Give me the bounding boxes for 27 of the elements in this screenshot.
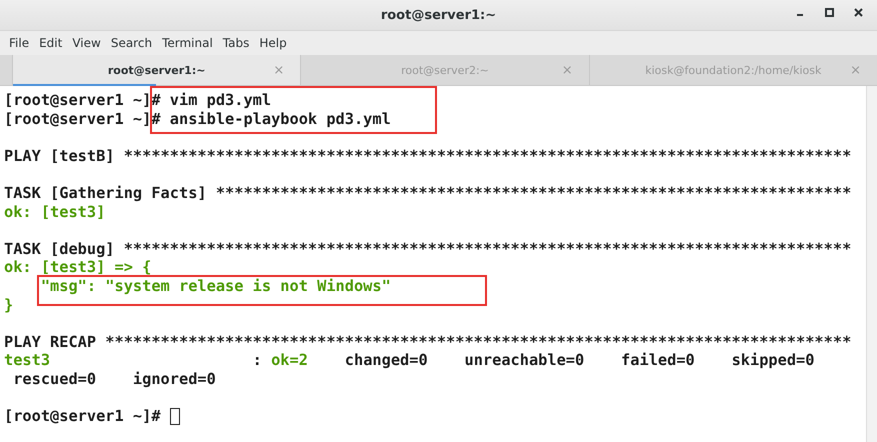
maximize-icon[interactable] [825, 8, 834, 17]
menu-item[interactable]: Search [106, 36, 158, 50]
terminal-text: ok: [test3] => { [4, 258, 152, 277]
terminal-text: rescued=0 ignored=0 [12, 370, 216, 388]
close-icon[interactable] [854, 8, 863, 17]
menu-item[interactable]: View [67, 36, 106, 50]
window-title: root@server1:~ [380, 8, 496, 22]
terminal-text: test3 [4, 351, 50, 370]
terminal-text: PLAY [testB] ******************************************************************************* [4, 146, 852, 166]
tab[interactable]: root@server1:~ × [12, 55, 300, 85]
terminal-text: "msg": "system release is not Windows" [40, 276, 391, 296]
terminal-text: TASK [Gathering Facts] ********************************************************************* [4, 184, 852, 203]
menu-item[interactable]: Help [254, 36, 292, 50]
terminal-text: : [252, 351, 263, 370]
terminal-text: PLAY RECAP ********************************************************************************* [4, 332, 852, 352]
shell-prompt: [root@server1 ~]# [4, 407, 162, 426]
scrollbar[interactable] [866, 86, 877, 442]
text-cursor [170, 408, 180, 425]
menu-item[interactable]: Terminal [157, 36, 218, 50]
terminal-text: } [4, 296, 14, 314]
terminal-text: ok: [test3] [4, 202, 106, 222]
menu-item[interactable]: File [4, 36, 34, 50]
terminal-text: TASK [debug] ******************************************************************************* [4, 240, 852, 258]
menu-item[interactable]: Edit [34, 36, 68, 50]
menu-item[interactable]: Tabs [218, 36, 254, 50]
terminal-text: changed=0 unreachable=0 failed=0 skipped=0 [344, 351, 814, 370]
terminal-text: ok=2 [271, 351, 308, 370]
